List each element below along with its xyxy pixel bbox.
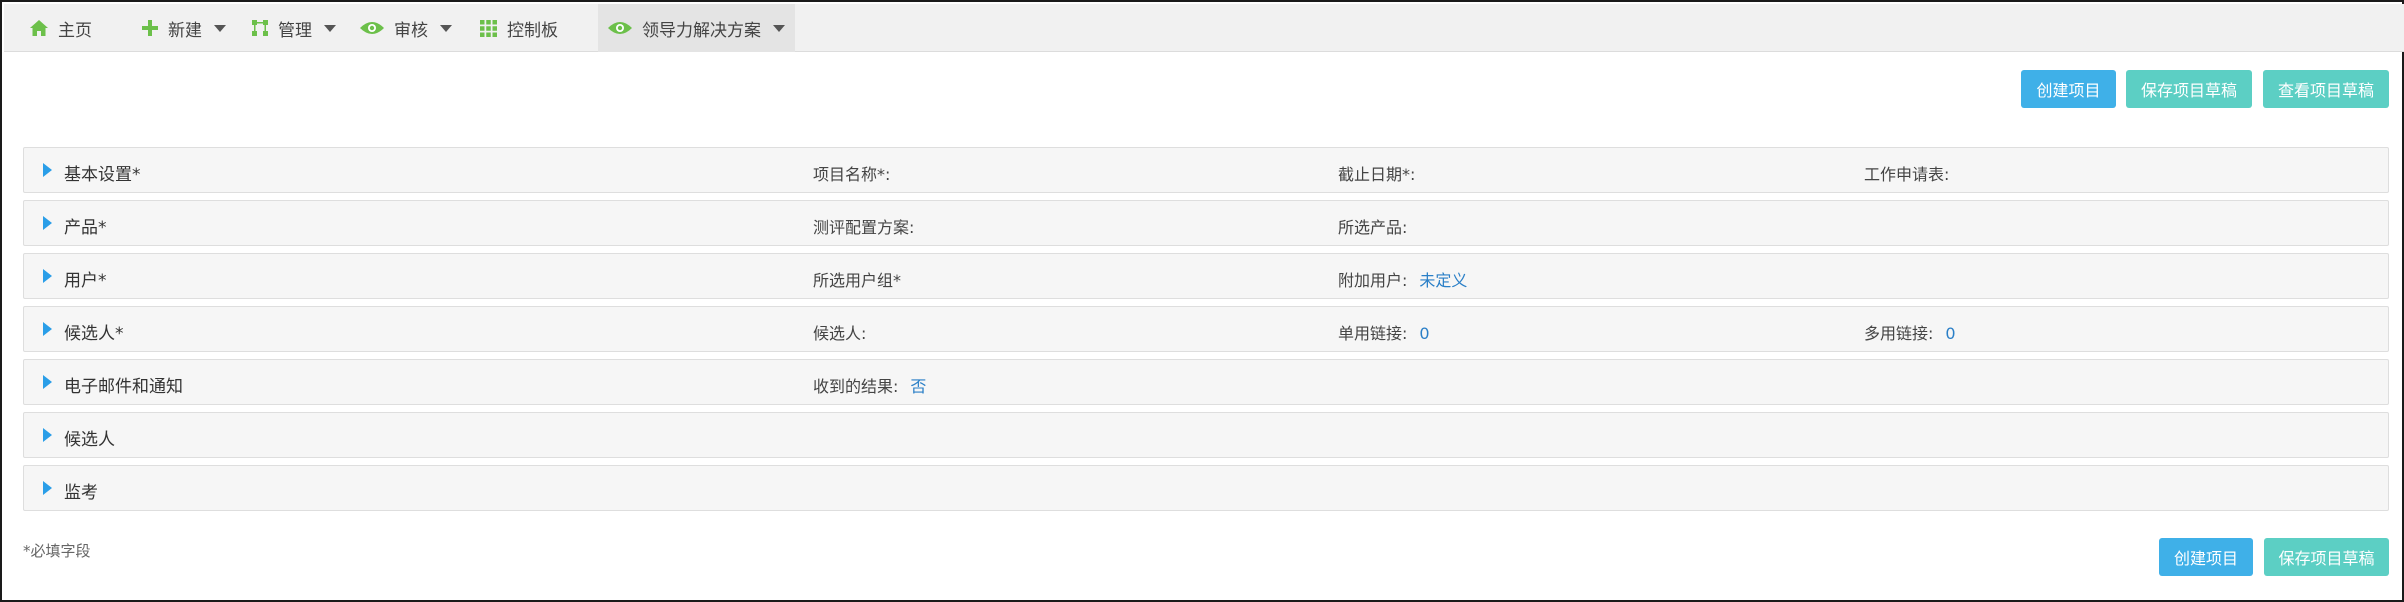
section-products[interactable]: 产品* 测评配置方案: 所选产品: bbox=[23, 200, 2389, 246]
required-fields-note: *必填字段 bbox=[23, 542, 91, 560]
save-project-draft-button-bottom[interactable]: 保存项目草稿 bbox=[2264, 538, 2389, 576]
section-title: 产品* bbox=[64, 218, 107, 238]
section-candidates-2[interactable]: 候选人 bbox=[23, 412, 2389, 458]
chevron-down-icon bbox=[324, 24, 336, 32]
field-selected-products: 所选产品: bbox=[1338, 218, 1408, 237]
field-additional-users: 附加用户: 未定义 bbox=[1338, 271, 1468, 290]
field-deadline: 截止日期*: bbox=[1338, 165, 1416, 184]
caret-right-icon bbox=[43, 428, 52, 442]
caret-right-icon bbox=[43, 375, 52, 389]
chevron-down-icon bbox=[214, 24, 226, 32]
plus-icon bbox=[142, 20, 158, 36]
section-candidates[interactable]: 候选人* 候选人: 单用链接: 0 多用链接: 0 bbox=[23, 306, 2389, 352]
window-frame: 主页 新建 管理 审核 控制板 领导力解决方案 创建项目 保存项目草稿 查看项目… bbox=[0, 0, 2404, 602]
grid-icon bbox=[480, 19, 497, 37]
nav-dashboard[interactable]: 控制板 bbox=[480, 4, 558, 52]
nav-manage[interactable]: 管理 bbox=[252, 4, 336, 52]
nav-new[interactable]: 新建 bbox=[142, 4, 226, 52]
field-job-application-form: 工作申请表: bbox=[1864, 165, 1950, 184]
caret-right-icon bbox=[43, 163, 52, 177]
chevron-down-icon bbox=[773, 24, 785, 32]
nav-manage-label: 管理 bbox=[278, 20, 312, 41]
section-proctoring[interactable]: 监考 bbox=[23, 465, 2389, 511]
eye-icon bbox=[360, 21, 384, 35]
eye-icon bbox=[608, 21, 632, 35]
field-project-name: 项目名称*: bbox=[813, 165, 891, 184]
field-selected-user-group: 所选用户组* bbox=[813, 271, 902, 290]
field-single-use-links: 单用链接: 0 bbox=[1338, 324, 1430, 343]
nav-new-label: 新建 bbox=[168, 20, 202, 41]
create-project-button[interactable]: 创建项目 bbox=[2021, 70, 2116, 108]
nav-dashboard-label: 控制板 bbox=[507, 20, 558, 41]
top-nav: 主页 新建 管理 审核 控制板 领导力解决方案 bbox=[4, 4, 2404, 52]
section-title: 电子邮件和通知 bbox=[64, 377, 183, 397]
caret-right-icon bbox=[43, 322, 52, 336]
additional-users-value[interactable]: 未定义 bbox=[1419, 271, 1467, 290]
field-assessment-config: 测评配置方案: bbox=[813, 218, 915, 237]
field-candidates: 候选人: bbox=[813, 324, 867, 343]
create-project-button-bottom[interactable]: 创建项目 bbox=[2159, 538, 2253, 576]
nav-review-label: 审核 bbox=[394, 20, 428, 41]
section-email-notifications[interactable]: 电子邮件和通知 收到的结果: 否 bbox=[23, 359, 2389, 405]
caret-right-icon bbox=[43, 481, 52, 495]
section-title: 基本设置* bbox=[64, 165, 141, 185]
results-received-value[interactable]: 否 bbox=[910, 377, 926, 396]
save-project-draft-button[interactable]: 保存项目草稿 bbox=[2126, 70, 2252, 108]
nav-home[interactable]: 主页 bbox=[30, 4, 92, 52]
field-multi-use-links: 多用链接: 0 bbox=[1864, 324, 1956, 343]
caret-right-icon bbox=[43, 216, 52, 230]
section-title: 监考 bbox=[64, 483, 98, 503]
section-title: 候选人* bbox=[64, 324, 124, 344]
nav-leadership-solutions[interactable]: 领导力解决方案 bbox=[598, 4, 795, 52]
section-users[interactable]: 用户* 所选用户组* 附加用户: 未定义 bbox=[23, 253, 2389, 299]
multi-use-links-value[interactable]: 0 bbox=[1945, 324, 1955, 343]
nav-review[interactable]: 审核 bbox=[360, 4, 452, 52]
section-title: 候选人 bbox=[64, 430, 115, 450]
chevron-down-icon bbox=[440, 24, 452, 32]
field-results-received: 收到的结果: 否 bbox=[813, 377, 927, 396]
home-icon bbox=[30, 20, 48, 36]
view-project-draft-button[interactable]: 查看项目草稿 bbox=[2263, 70, 2389, 108]
nodes-icon bbox=[252, 20, 268, 36]
section-basic-settings[interactable]: 基本设置* 项目名称*: 截止日期*: 工作申请表: bbox=[23, 147, 2389, 193]
single-use-links-value[interactable]: 0 bbox=[1419, 324, 1429, 343]
nav-home-label: 主页 bbox=[58, 20, 92, 41]
nav-leadership-solutions-label: 领导力解决方案 bbox=[642, 20, 761, 41]
section-title: 用户* bbox=[64, 271, 107, 291]
caret-right-icon bbox=[43, 269, 52, 283]
